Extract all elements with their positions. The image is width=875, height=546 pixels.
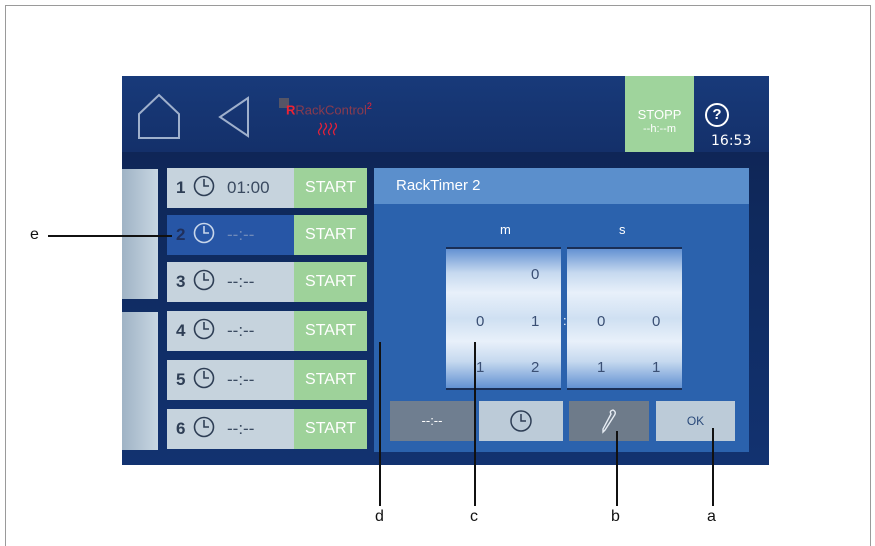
minutes-picker[interactable]: 0 0 1 1 2: [446, 247, 561, 390]
timer-number: 2: [176, 225, 186, 244]
clock-display: 16:53: [711, 133, 752, 149]
clock-icon: [193, 416, 215, 438]
clock-icon: [510, 410, 532, 432]
timer-number: 1: [176, 178, 186, 197]
back-arrow-icon[interactable]: [217, 96, 251, 138]
timer-number: 4: [176, 321, 186, 340]
timer-row-4[interactable]: 4 --:-- START: [167, 311, 367, 351]
ok-button[interactable]: OK: [656, 401, 735, 441]
minutes-header: m: [500, 222, 511, 237]
timer-number: 6: [176, 419, 186, 438]
picker-edge: [446, 247, 561, 249]
picker-edge: [567, 388, 682, 390]
start-button-6[interactable]: START: [294, 409, 367, 449]
seconds-digit: 0: [652, 313, 661, 330]
callout-d: d: [375, 508, 384, 525]
clock-icon: [193, 318, 215, 340]
start-button-2[interactable]: START: [294, 215, 367, 255]
callout-e: e: [30, 226, 39, 243]
start-button-4[interactable]: START: [294, 311, 367, 351]
timer-row-2[interactable]: 2 --:-- START: [167, 215, 367, 255]
timer-row-1[interactable]: 1 01:00 START: [167, 168, 367, 208]
timer-row-6[interactable]: 6 --:-- START: [167, 409, 367, 449]
dialog-title: RackTimer 2: [374, 168, 749, 204]
timer-time: --:--: [227, 419, 255, 438]
heating-waves-icon: [317, 122, 337, 136]
timer-time: 01:00: [227, 178, 270, 197]
timer-number: 5: [176, 370, 186, 389]
callout-line-a: [712, 428, 714, 506]
seconds-picker[interactable]: 0 0 1 1: [567, 247, 682, 390]
stop-time: --h:--m: [643, 123, 676, 135]
top-bar: RRackControl2 STOPP --h:--m ? 16:53: [122, 76, 769, 152]
callout-b: b: [611, 508, 620, 525]
minutes-digit: 0: [476, 313, 485, 330]
picker-edge: [446, 388, 561, 390]
home-icon[interactable]: [136, 92, 182, 140]
help-button[interactable]: ?: [705, 103, 729, 127]
stop-button[interactable]: STOPP --h:--m: [625, 76, 694, 152]
start-button-1[interactable]: START: [294, 168, 367, 208]
clock-icon: [193, 269, 215, 291]
logo-text: RRackControl2: [286, 101, 372, 118]
side-tab-upper[interactable]: [122, 169, 158, 299]
rackcontrol-logo: RRackControl2: [279, 98, 379, 154]
device-screen: RRackControl2 STOPP --h:--m ? 16:53 1 01…: [122, 76, 769, 465]
minutes-digit: 1: [476, 359, 485, 376]
timer-time: --:--: [227, 272, 255, 291]
minutes-digit: 1: [531, 313, 540, 330]
minutes-digit: 2: [531, 359, 540, 376]
timer-time: --:--: [227, 370, 255, 389]
seconds-digit: 1: [597, 359, 606, 376]
callout-c: c: [470, 508, 478, 525]
racktimer-dialog: RackTimer 2 m s 0 0 1 1 2 : 0 0 1 1 --:-…: [374, 168, 749, 452]
side-tab-lower[interactable]: [122, 312, 158, 450]
seconds-digit: 1: [652, 359, 661, 376]
callout-line-e: [48, 235, 172, 237]
minutes-digit: 0: [531, 266, 540, 283]
clock-icon: [193, 367, 215, 389]
clear-time-button[interactable]: --:--: [390, 401, 474, 441]
start-button-3[interactable]: START: [294, 262, 367, 302]
clock-icon: [193, 175, 215, 197]
stop-label: STOPP: [637, 107, 682, 122]
start-button-5[interactable]: START: [294, 360, 367, 400]
timer-time: --:--: [227, 225, 255, 244]
timer-time: --:--: [227, 321, 255, 340]
callout-line-c: [474, 342, 476, 506]
timer-row-5[interactable]: 5 --:-- START: [167, 360, 367, 400]
edit-button[interactable]: [569, 401, 649, 441]
callout-line-b: [616, 431, 618, 506]
clock-mode-button[interactable]: [479, 401, 563, 441]
seconds-header: s: [619, 222, 626, 237]
callout-line-d: [379, 342, 381, 506]
callout-a: a: [707, 508, 716, 525]
clock-icon: [193, 222, 215, 244]
seconds-digit: 0: [597, 313, 606, 330]
picker-edge: [567, 247, 682, 249]
timer-row-3[interactable]: 3 --:-- START: [167, 262, 367, 302]
timer-number: 3: [176, 272, 186, 291]
